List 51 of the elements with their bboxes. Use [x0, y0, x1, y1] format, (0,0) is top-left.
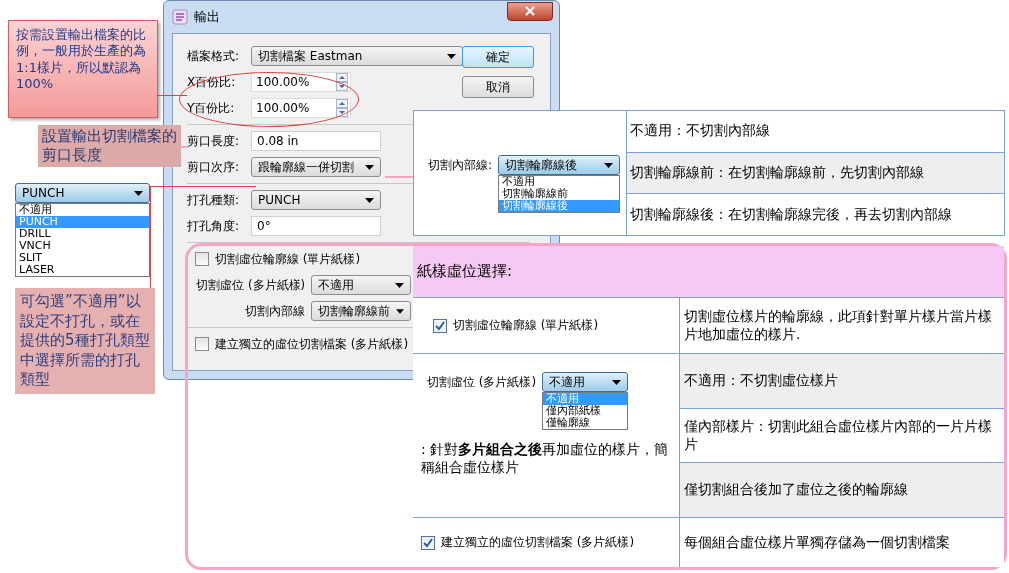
callout-note: 可勾選”不適用”以設定不打孔，或在提供的5種打孔類型中選擇所需的打孔類型 [15, 288, 155, 394]
field-label: 切割內部線: [428, 157, 493, 174]
field-label: 打孔種類: [187, 191, 241, 209]
dropdown[interactable]: 不適用 [542, 372, 629, 392]
dialog-button[interactable]: 取消 [462, 76, 534, 98]
field-label: X百份比: [187, 73, 237, 91]
field-label: 切割虛位 (多片紙樣) [195, 277, 305, 293]
table-cell: 不適用：不切割虛位樣片 [680, 354, 1004, 409]
field-label: 打孔角度: [187, 217, 241, 235]
table-cell: 僅切割組合後加了虛位之後的輪廓線 [680, 463, 1004, 517]
dropdown-option[interactable]: 切割輪廓線前 [499, 188, 620, 200]
dropdown-option[interactable]: 不適用 [16, 204, 149, 216]
dropdown[interactable]: 跟輪廓線一併切割 [251, 157, 381, 177]
checkbox-label: 切割虛位輪廓線 (單片紙樣) [215, 250, 361, 268]
table-cell-text: 每個組合虛位樣片單獨存儲為一個切割檔案 [683, 532, 951, 552]
field-label: 剪口長度: [187, 132, 241, 150]
callout-note: 按需設置輸出檔案的比例，一般用於生產的為1:1樣片，所以默認為100% [8, 20, 158, 118]
dialog-button[interactable]: 確定 [462, 46, 534, 68]
input-field[interactable]: 0.08 in [251, 131, 381, 151]
dropdown[interactable]: 不適用 [311, 275, 411, 295]
field-label: 檔案格式: [187, 47, 241, 65]
field-label: 切割虛位 (多片紙樣) [427, 374, 537, 391]
spin-field[interactable]: 100.00% [251, 98, 351, 118]
spin-field[interactable]: 100.00% [251, 72, 351, 92]
dropdown-option[interactable]: VNCH [16, 240, 149, 252]
dropdown-option[interactable]: SLIT [16, 252, 149, 264]
field-label: 剪口次序: [187, 158, 241, 176]
checkbox-label: 建立獨立的虛位切割檔案 (多片紙樣) [441, 534, 635, 551]
table-header: 紙樣虛位選擇: [413, 246, 1004, 298]
dropdown-option[interactable]: 僅內部紙樣 [543, 405, 628, 417]
window-title: 輸出 [194, 8, 221, 26]
dropdown[interactable]: PUNCH [15, 183, 150, 203]
field-label: 切割內部線 [244, 303, 305, 319]
checkbox-label: 切割虛位輪廓線 (單片紙樣) [453, 317, 599, 334]
table-cell: 切割輪廓線前：在切割輪廓線前，先切割內部線 [627, 152, 1004, 195]
table-cell: 不適用：不切割內部線 [627, 111, 1004, 153]
dropdown-option[interactable]: DRILL [16, 228, 149, 240]
field-label: Y百份比: [187, 99, 236, 117]
dropdown-option[interactable]: 僅輪廓線 [543, 417, 628, 429]
dropdown[interactable]: 切割檔案 Eastman [251, 46, 463, 66]
input-field[interactable]: 0° [251, 216, 381, 236]
dropdown[interactable]: 切割輪廓線前 [311, 301, 411, 321]
table-cell-text: 切割輪廓線後：在切割輪廓線完後，再去切割內部線 [629, 204, 953, 224]
callout-note: 設置輸出切割檔案的剪口長度 [38, 125, 181, 167]
dropdown[interactable]: 切割輪廓線後 [498, 155, 621, 175]
dropdown[interactable]: PUNCH [251, 190, 381, 210]
checkbox-label: 建立獨立的虛位切割檔案 (多片紙樣) [215, 335, 409, 353]
dropdown-option[interactable]: LASER [16, 264, 149, 276]
note-text: : 針對多片組合之後再加虛位的樣片，簡稱組合虛位樣片 [421, 440, 670, 477]
table-cell-text: 切割虛位樣片的輪廓線，此項針對單片樣片當片樣片地加虛位的樣片. [683, 306, 993, 344]
dropdown-option[interactable]: 不適用 [499, 176, 620, 188]
